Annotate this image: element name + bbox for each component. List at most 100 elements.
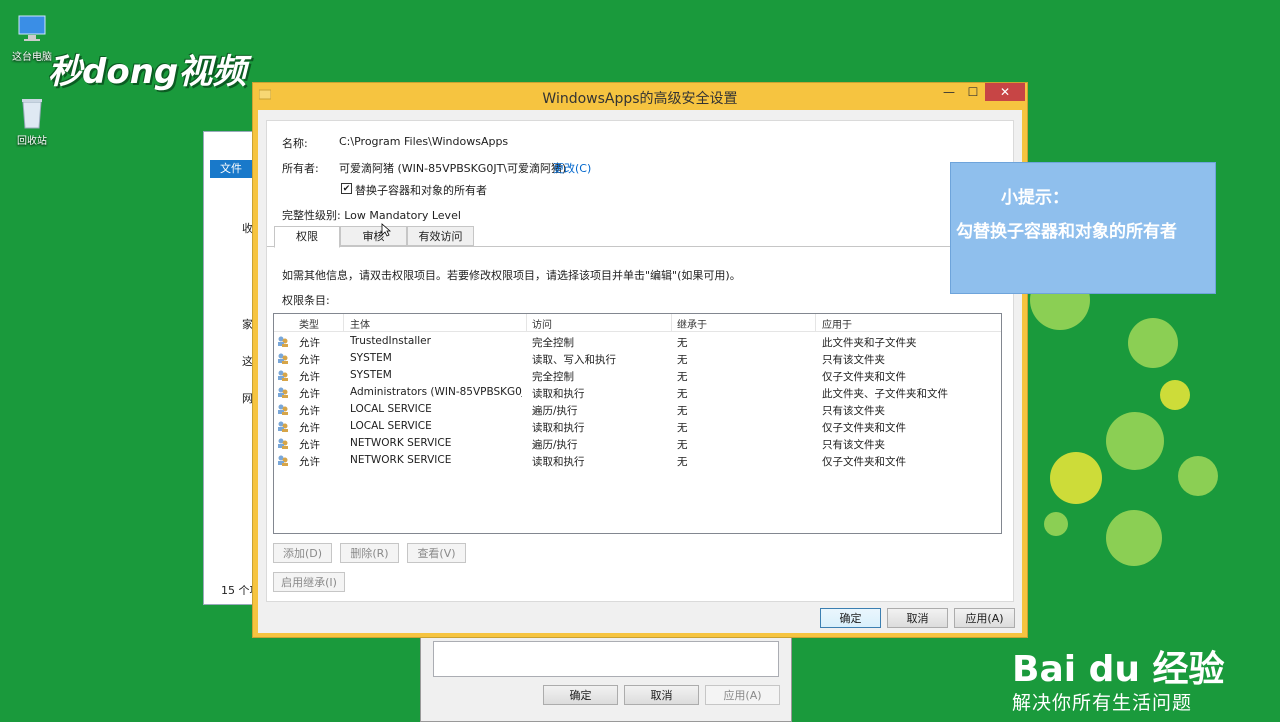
table-cell: 仅子文件夹和文件 — [822, 456, 906, 468]
table-row[interactable]: 允许 TrustedInstaller 完全控制 无 此文件夹和子文件夹 — [274, 333, 1001, 350]
column-separator — [815, 314, 816, 331]
table-row[interactable]: 允许 NETWORK SERVICE 遍历/执行 无 只有该文件夹 — [274, 435, 1001, 452]
window-client: 名称: C:\Program Files\WindowsApps 所有者: 可爱… — [258, 110, 1022, 633]
change-owner-link[interactable]: 更改(C) — [553, 160, 591, 176]
table-row[interactable]: 允许 SYSTEM 完全控制 无 仅子文件夹和文件 — [274, 367, 1001, 384]
user-group-icon — [277, 420, 289, 432]
column-header-applies-to[interactable]: 应用于 — [822, 316, 852, 331]
replace-owner-label[interactable]: 替换子容器和对象的所有者 — [355, 182, 487, 198]
table-cell: 完全控制 — [532, 337, 574, 349]
table-cell: 此文件夹、子文件夹和文件 — [822, 388, 948, 400]
user-group-icon — [277, 369, 289, 381]
column-separator — [671, 314, 672, 331]
table-cell: 允许 — [299, 422, 320, 434]
deco-circle — [1044, 512, 1068, 536]
advanced-security-window: WindowsApps的高级安全设置 — ☐ ✕ 名称: C:\Program … — [252, 82, 1028, 638]
table-cell: 读取和执行 — [532, 422, 585, 434]
table-cell: Administrators (WIN-85VPBSKG0J... — [350, 386, 522, 398]
title-bar[interactable]: WindowsApps的高级安全设置 — ☐ ✕ — [253, 83, 1027, 109]
table-row[interactable]: 允许 LOCAL SERVICE 遍历/执行 无 只有该文件夹 — [274, 401, 1001, 418]
close-button[interactable]: ✕ — [985, 83, 1025, 101]
table-cell: 无 — [677, 422, 688, 434]
column-header-access[interactable]: 访问 — [532, 316, 552, 331]
deco-circle — [1128, 318, 1178, 368]
view-button[interactable]: 查看(V) — [407, 543, 466, 563]
hint-body: 勾替换子容器和对象的所有者 — [956, 222, 1177, 242]
owner-value: 可爱滴阿猪 (WIN-85VPBSKG0JT\可爱滴阿猪) — [339, 162, 567, 175]
deco-circle — [1050, 452, 1102, 504]
baidu-jingyan-logo: Bai du 经验 — [1012, 649, 1225, 690]
table-row[interactable]: 允许 NETWORK SERVICE 读取和执行 无 仅子文件夹和文件 — [274, 452, 1001, 469]
integrity-level: 完整性级别: Low Mandatory Level — [282, 209, 461, 222]
user-group-icon — [277, 352, 289, 364]
desktop-icon-label: 回收站 — [17, 136, 47, 147]
background-dialog: 确定 取消 应用(A) — [420, 630, 792, 722]
deco-circle — [1178, 456, 1218, 496]
table-row[interactable]: 允许 SYSTEM 读取、写入和执行 无 只有该文件夹 — [274, 350, 1001, 367]
table-cell: 只有该文件夹 — [822, 405, 885, 417]
column-separator — [343, 314, 344, 331]
table-cell: 只有该文件夹 — [822, 354, 885, 366]
owner-label: 所有者: — [282, 162, 319, 175]
list-header: 类型 主体 访问 继承于 应用于 — [274, 314, 1001, 332]
mouse-cursor-icon — [381, 223, 392, 240]
info-text: 如需其他信息，请双击权限项目。若要修改权限项目，请选择该项目并单击"编辑"(如果… — [282, 269, 741, 282]
table-cell: NETWORK SERVICE — [350, 437, 452, 449]
background-dialog-pane — [433, 641, 779, 677]
table-cell: LOCAL SERVICE — [350, 420, 432, 432]
cancel-button[interactable]: 取消 — [887, 608, 948, 628]
table-cell: 无 — [677, 371, 688, 383]
baidu-slogan: 解决你所有生活问题 — [1012, 692, 1193, 714]
name-label: 名称: — [282, 137, 308, 150]
permission-entries-list[interactable]: 类型 主体 访问 继承于 应用于 允许 TrustedInstaller 完全控制无… — [273, 313, 1002, 534]
table-cell: 仅子文件夹和文件 — [822, 422, 906, 434]
table-cell: 只有该文件夹 — [822, 439, 885, 451]
bg-ok-button[interactable]: 确定 — [543, 685, 618, 705]
bg-apply-button[interactable]: 应用(A) — [705, 685, 780, 705]
remove-button[interactable]: 删除(R) — [340, 543, 399, 563]
table-cell: 无 — [677, 337, 688, 349]
table-cell: SYSTEM — [350, 352, 392, 364]
table-cell: 遍历/执行 — [532, 405, 578, 417]
column-header-type[interactable]: 类型 — [299, 316, 319, 331]
table-cell: 无 — [677, 456, 688, 468]
table-cell: 允许 — [299, 371, 320, 383]
table-cell: 遍历/执行 — [532, 439, 578, 451]
enable-inheritance-button[interactable]: 启用继承(I) — [273, 572, 345, 592]
table-cell: 允许 — [299, 337, 320, 349]
table-cell: 允许 — [299, 456, 320, 468]
ok-button[interactable]: 确定 — [820, 608, 881, 628]
tab-permissions[interactable]: 权限 — [274, 226, 340, 248]
table-cell: 允许 — [299, 405, 320, 417]
table-cell: 完全控制 — [532, 371, 574, 383]
table-cell: TrustedInstaller — [350, 335, 431, 347]
table-cell: NETWORK SERVICE — [350, 454, 452, 466]
window-title: WindowsApps的高级安全设置 — [542, 91, 738, 107]
add-button[interactable]: 添加(D) — [273, 543, 332, 563]
column-header-inherited-from[interactable]: 继承于 — [677, 316, 707, 331]
table-cell: 此文件夹和子文件夹 — [822, 337, 917, 349]
deco-circle — [1160, 380, 1190, 410]
tab-auditing[interactable]: 审核 — [340, 226, 407, 246]
table-row[interactable]: 允许 LOCAL SERVICE 读取和执行 无 仅子文件夹和文件 — [274, 418, 1001, 435]
table-cell: 读取、写入和执行 — [532, 354, 616, 366]
tab-effective-access[interactable]: 有效访问 — [407, 226, 474, 246]
table-cell: 无 — [677, 405, 688, 417]
bg-cancel-button[interactable]: 取消 — [624, 685, 699, 705]
desktop-icon-recycle-bin[interactable]: 回收站 — [2, 96, 62, 147]
table-cell: LOCAL SERVICE — [350, 403, 432, 415]
user-group-icon — [277, 335, 289, 347]
table-row[interactable]: 允许 Administrators (WIN-85VPBSKG0J... 读取和执行… — [274, 384, 1001, 401]
table-cell: 允许 — [299, 439, 320, 451]
table-cell: 无 — [677, 439, 688, 451]
replace-owner-checkbox[interactable]: ✔ — [341, 183, 352, 194]
table-cell: 读取和执行 — [532, 388, 585, 400]
computer-icon — [16, 12, 48, 44]
file-tab[interactable]: 文件 — [210, 160, 252, 178]
apply-button[interactable]: 应用(A) — [954, 608, 1015, 628]
user-group-icon — [277, 454, 289, 466]
table-cell: 允许 — [299, 388, 320, 400]
column-header-principal[interactable]: 主体 — [350, 316, 370, 331]
settings-panel: 名称: C:\Program Files\WindowsApps 所有者: 可爱… — [266, 120, 1014, 602]
maximize-button[interactable]: ☐ — [959, 83, 987, 101]
